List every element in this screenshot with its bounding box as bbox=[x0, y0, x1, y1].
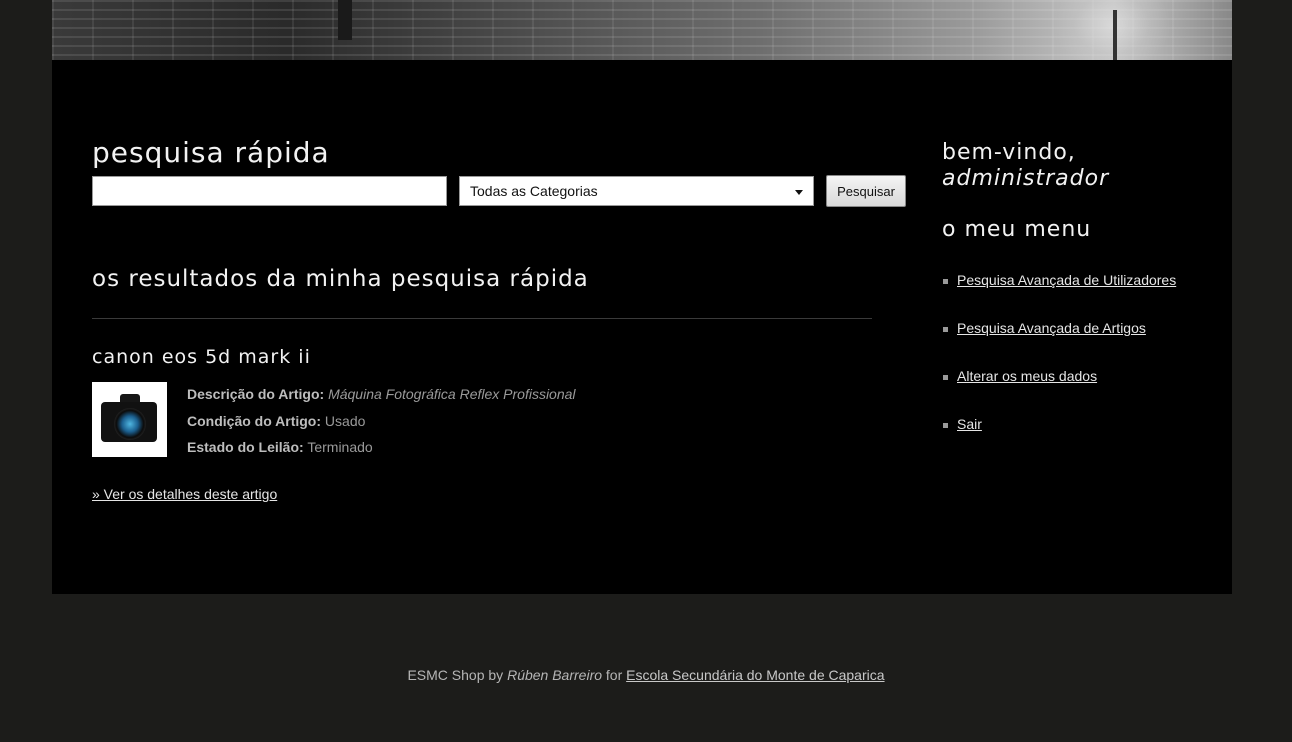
auction-status-label: Estado do Leilão: bbox=[187, 439, 304, 455]
auction-status-row: Estado do Leilão: Terminado bbox=[187, 434, 576, 461]
menu-link-advanced-user-search[interactable]: Pesquisa Avançada de Utilizadores bbox=[957, 272, 1176, 288]
description-value: Máquina Fotográfica Reflex Profissional bbox=[328, 386, 576, 402]
footer-prefix: ESMC Shop by bbox=[407, 667, 504, 683]
bullet-icon bbox=[943, 423, 948, 428]
category-select-value: Todas as Categorias bbox=[470, 183, 598, 199]
footer-school-link[interactable]: Escola Secundária do Monte de Caparica bbox=[626, 667, 884, 683]
search-button[interactable]: Pesquisar bbox=[826, 175, 906, 207]
my-menu-title: o meu menu bbox=[942, 217, 1092, 242]
result-item-properties: Descrição do Artigo: Máquina Fotográfica… bbox=[187, 381, 576, 461]
results-title: os resultados da minha pesquisa rápida bbox=[92, 266, 589, 292]
quick-search-title: pesquisa rápida bbox=[92, 136, 330, 169]
menu-item-advanced-item-search: Pesquisa Avançada de Artigos bbox=[942, 320, 1176, 368]
bullet-icon bbox=[943, 327, 948, 332]
menu-link-advanced-item-search[interactable]: Pesquisa Avançada de Artigos bbox=[957, 320, 1146, 336]
category-select[interactable]: Todas as Categorias bbox=[459, 176, 814, 206]
menu-item-logout: Sair bbox=[942, 416, 1176, 464]
footer-author: Rúben Barreiro bbox=[507, 667, 603, 683]
bullet-icon bbox=[943, 375, 948, 380]
user-menu: Pesquisa Avançada de Utilizadores Pesqui… bbox=[942, 272, 1176, 464]
welcome-text: bem-vindo, bbox=[942, 140, 1076, 165]
welcome-greeting: bem-vindo, administrador bbox=[942, 140, 1109, 192]
chevron-down-icon bbox=[795, 190, 803, 195]
main-content: pesquisa rápida Todas as Categorias Pesq… bbox=[52, 60, 1232, 594]
description-label: Descrição do Artigo: bbox=[187, 386, 325, 402]
header-banner-image bbox=[52, 0, 1232, 60]
result-item-title: canon eos 5d mark ii bbox=[92, 346, 311, 368]
divider bbox=[92, 318, 872, 319]
footer-middle: for bbox=[605, 667, 623, 683]
banner-tree-trunk bbox=[1113, 10, 1117, 60]
auction-status-value: Terminado bbox=[307, 439, 373, 455]
bullet-icon bbox=[943, 279, 948, 284]
description-row: Descrição do Artigo: Máquina Fotográfica… bbox=[187, 381, 576, 408]
banner-tree bbox=[1052, 0, 1172, 60]
menu-item-advanced-user-search: Pesquisa Avançada de Utilizadores bbox=[942, 272, 1176, 320]
footer: ESMC Shop by Rúben Barreiro for Escola S… bbox=[0, 667, 1292, 683]
menu-link-logout[interactable]: Sair bbox=[957, 416, 982, 432]
condition-value: Usado bbox=[324, 412, 366, 429]
search-input[interactable] bbox=[92, 176, 447, 206]
banner-figure bbox=[338, 0, 352, 40]
camera-lens bbox=[114, 408, 146, 440]
welcome-username: administrador bbox=[942, 166, 1110, 191]
view-details-link[interactable]: » Ver os detalhes deste artigo bbox=[92, 486, 277, 502]
menu-link-edit-my-data[interactable]: Alterar os meus dados bbox=[957, 368, 1097, 384]
camera-thumbnail[interactable] bbox=[92, 382, 167, 457]
menu-item-edit-my-data: Alterar os meus dados bbox=[942, 368, 1176, 416]
condition-row: Condição do Artigo: Usado bbox=[187, 408, 576, 435]
condition-label: Condição do Artigo: bbox=[187, 412, 322, 429]
